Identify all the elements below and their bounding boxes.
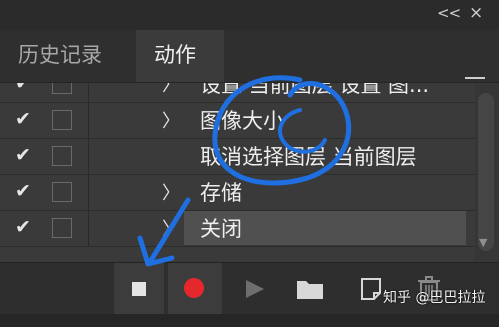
checkmark-icon[interactable]: ✔ xyxy=(15,83,31,94)
record-icon xyxy=(184,278,204,298)
dialog-toggle[interactable] xyxy=(52,182,72,202)
expand-arrow-icon[interactable]: 〉 xyxy=(162,215,180,241)
stop-icon xyxy=(132,282,146,296)
action-row-selected[interactable]: ✔ 〉 关闭 xyxy=(0,210,475,247)
column-divider xyxy=(88,83,89,102)
scroll-down-icon[interactable]: ▼ xyxy=(479,236,487,249)
actions-panel: << × 历史记录 动作 ✔ 〉 设置 当前图层 设置 图... ✔ 〉 图像大… xyxy=(0,0,499,327)
column-divider xyxy=(88,210,89,246)
stop-button[interactable] xyxy=(114,263,164,315)
dialog-toggle[interactable] xyxy=(52,146,72,166)
action-label: 关闭 xyxy=(200,217,242,241)
play-icon xyxy=(246,280,264,298)
tab-history[interactable]: 历史记录 xyxy=(0,30,136,82)
tab-actions[interactable]: 动作 xyxy=(136,30,224,82)
folder-icon xyxy=(297,281,323,299)
action-label: 取消选择图层 当前图层 xyxy=(200,145,417,169)
play-button[interactable] xyxy=(238,263,268,315)
actions-list: ✔ 〉 设置 当前图层 设置 图... ✔ 〉 图像大小 ✔ 取消选择图层 当前… xyxy=(0,83,475,261)
column-divider xyxy=(88,138,89,174)
checkmark-icon[interactable]: ✔ xyxy=(15,216,31,238)
expand-arrow-icon[interactable]: 〉 xyxy=(162,179,180,205)
action-row[interactable]: ✔ 〉 设置 当前图层 设置 图... xyxy=(0,83,475,103)
record-button[interactable] xyxy=(168,263,222,315)
action-label: 图像大小 xyxy=(200,109,284,133)
checkmark-icon[interactable]: ✔ xyxy=(15,108,31,130)
checkmark-icon[interactable]: ✔ xyxy=(15,180,31,202)
action-row[interactable]: ✔ 取消选择图层 当前图层 xyxy=(0,138,475,175)
watermark: 知乎 @巴巴拉拉 xyxy=(383,290,486,306)
checkmark-icon[interactable]: ✔ xyxy=(15,144,31,166)
new-group-button[interactable] xyxy=(294,263,326,315)
new-action-icon xyxy=(361,278,381,300)
column-divider xyxy=(88,102,89,138)
dialog-toggle[interactable] xyxy=(52,83,72,94)
dialog-toggle[interactable] xyxy=(52,218,72,238)
bottom-strip xyxy=(0,314,499,327)
close-icon[interactable]: × xyxy=(469,3,483,23)
dialog-toggle[interactable] xyxy=(52,110,72,130)
action-label: 存储 xyxy=(200,181,242,205)
expand-arrow-icon[interactable]: 〉 xyxy=(162,83,180,97)
new-action-button[interactable] xyxy=(356,263,386,315)
panel-titlebar: << × xyxy=(0,0,499,30)
scrollbar-thumb[interactable] xyxy=(478,93,494,251)
expand-arrow-icon[interactable]: 〉 xyxy=(162,107,180,133)
action-row[interactable]: ✔ 〉 存储 xyxy=(0,174,475,211)
column-divider xyxy=(88,174,89,210)
action-label: 设置 当前图层 设置 图... xyxy=(200,83,430,97)
collapse-icon[interactable]: << xyxy=(437,4,461,22)
action-row[interactable]: ✔ 〉 图像大小 xyxy=(0,102,475,139)
panel-tabs: 历史记录 动作 xyxy=(0,30,499,91)
